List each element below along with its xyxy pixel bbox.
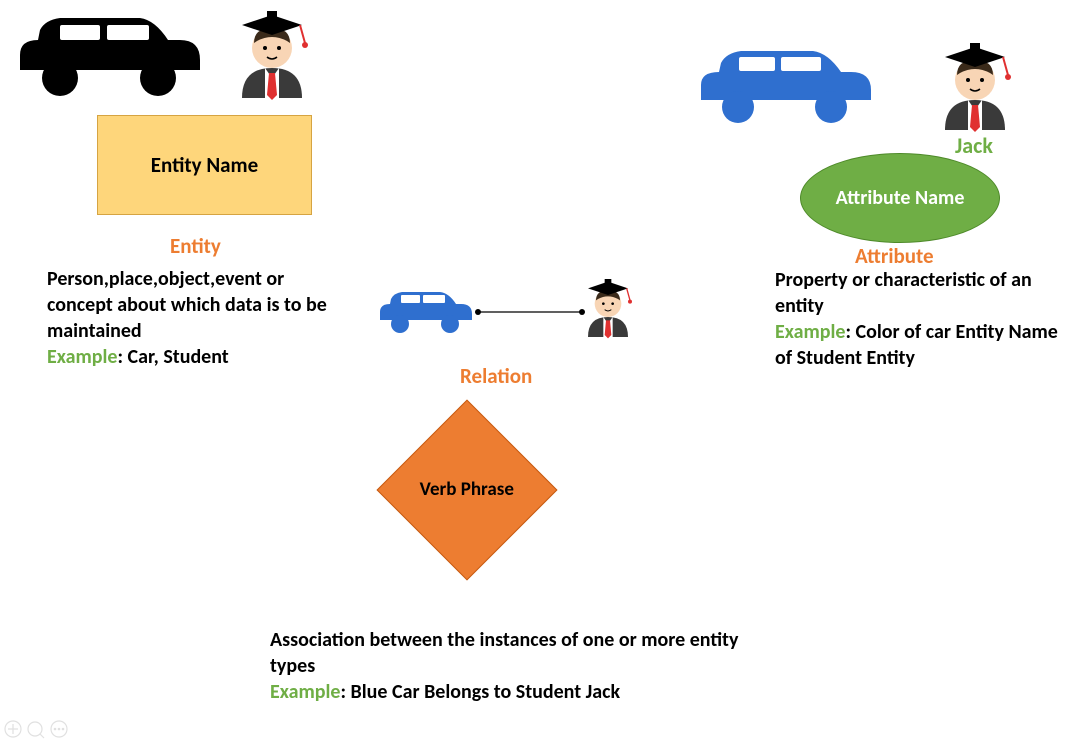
entity-label: Entity: [170, 233, 221, 259]
small-blue-car-icon: [375, 282, 475, 342]
black-car-icon: [10, 0, 210, 110]
relation-diamond: Verb Phrase: [377, 400, 557, 580]
blue-car-icon: [693, 35, 878, 135]
attribute-label: Attribute: [855, 243, 934, 269]
entity-name-box: Entity Name: [97, 115, 312, 215]
attribute-name-ellipse: Attribute Name: [800, 153, 1000, 243]
attribute-description: Property or characteristic of an entity: [775, 268, 1032, 318]
jack-label: Jack: [955, 132, 993, 159]
entity-example-prefix: Example: [47, 345, 118, 369]
entity-example-text: : Car, Student: [118, 345, 229, 369]
bottom-toolbar: [3, 718, 73, 745]
relation-example-prefix: Example: [270, 680, 341, 704]
entity-shape-label: Entity Name: [151, 152, 258, 178]
relation-description: Association between the instances of one…: [270, 628, 738, 678]
student-icon: [227, 3, 317, 108]
attribute-description-block: Property or characteristic of an entity …: [775, 267, 1070, 371]
relation-shape-label: Verb Phrase: [420, 479, 514, 502]
relation-example-text: : Blue Car Belongs to Student Jack: [341, 680, 621, 704]
relation-label: Relation: [460, 363, 532, 389]
entity-description-block: Person,place,object,event or concept abo…: [47, 266, 337, 370]
attribute-example-prefix: Example: [775, 320, 846, 344]
relation-description-block: Association between the instances of one…: [270, 627, 750, 705]
attribute-shape-label: Attribute Name: [836, 187, 965, 209]
relation-line: [475, 303, 585, 322]
student-relation-icon: [578, 273, 638, 346]
entity-description: Person,place,object,event or concept abo…: [47, 267, 327, 343]
student-attribute-icon: [930, 35, 1020, 140]
